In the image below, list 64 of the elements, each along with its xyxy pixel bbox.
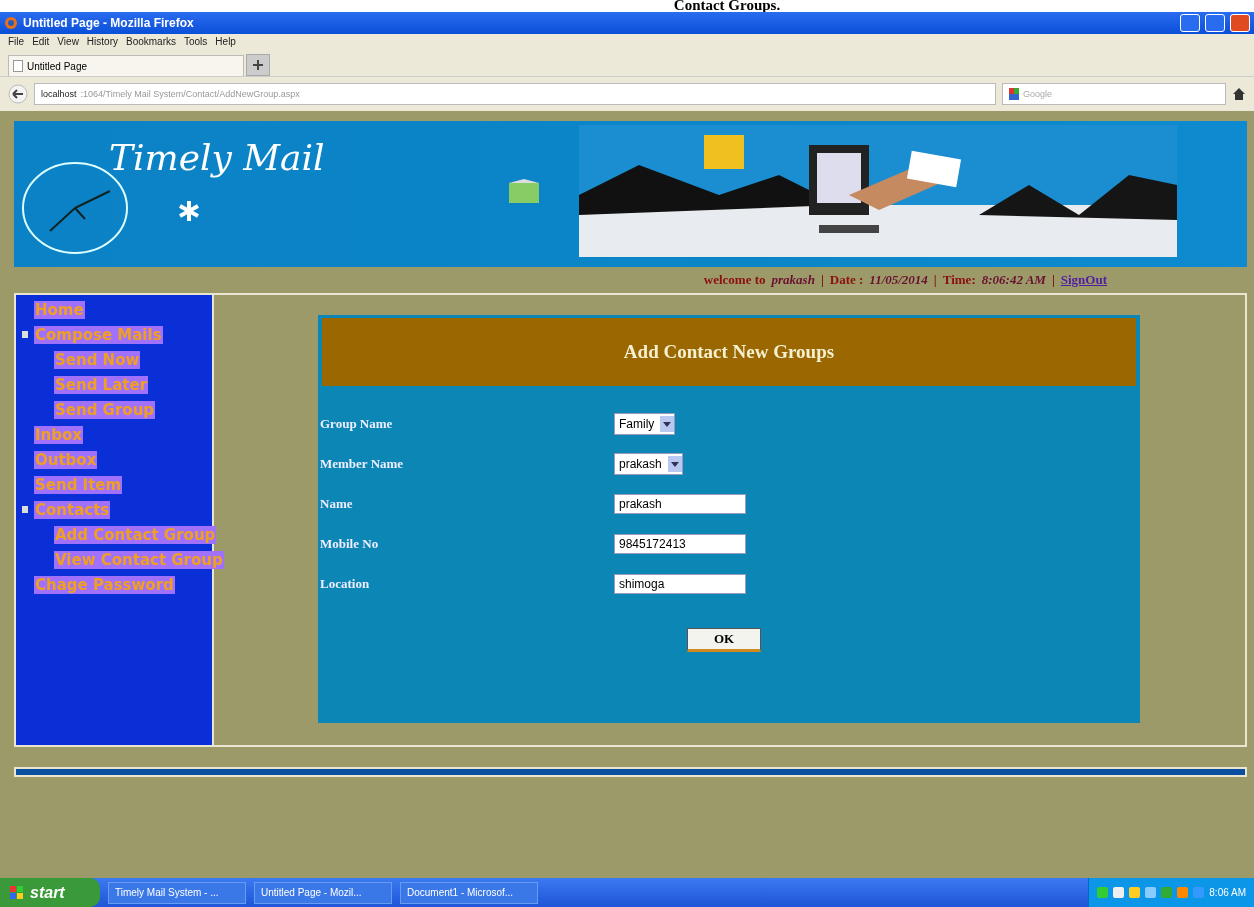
welcome-text: prakash [771,272,815,288]
google-icon [1009,88,1019,100]
welcome-text: 8:06:42 AM [981,272,1046,288]
maximize-button[interactable] [1205,14,1225,32]
close-button[interactable] [1230,14,1250,32]
caret-icon [670,461,679,467]
form-title: Add Contact New Groups [322,318,1136,386]
tray-icon [1145,887,1157,898]
firefox-icon [4,16,18,30]
welcome-text: welcome to [703,272,766,288]
clock-text: 8:06 AM [1209,887,1246,898]
separator: | [1051,272,1055,288]
taskbar-button[interactable]: Document1 - Microsof... [400,881,538,904]
field-label: Mobile No [319,536,380,552]
signout-link[interactable]: SignOut [1060,272,1107,288]
dropdown[interactable]: Family [614,413,676,435]
star-icon [179,201,199,221]
envelope-icon [509,179,539,203]
input-field[interactable]: shimoga [614,574,746,594]
menu-item[interactable]: Tools [184,36,208,50]
search-field[interactable]: Google [1002,83,1226,105]
page-icon [13,60,23,72]
back-icon[interactable] [8,84,28,104]
collapse-toggle-icon[interactable] [22,506,28,513]
document-heading: Contact Groups. [672,0,782,12]
menu-item[interactable]: Help [215,36,236,50]
site-title: Timely Mail [109,137,325,178]
menu-item[interactable]: View [57,36,79,50]
collapse-toggle-icon[interactable] [22,331,28,338]
dropdown[interactable]: prakash [614,453,683,475]
welcome-text: Date : [829,272,864,288]
input-field[interactable]: 9845172413 [614,534,746,554]
window-title: Untitled Page - Mozilla Firefox [23,16,195,30]
separator: | [933,272,937,288]
address-field[interactable]: localhost :1064/Timely Mail System/Contact/AddNewGroup.aspx [34,83,996,105]
field-label: Name [319,496,354,512]
browser-tab[interactable]: Untitled Page [8,55,244,76]
tray-icon [1129,887,1141,898]
field-label: Member Name [319,456,405,472]
tray-icon [1161,887,1173,898]
welcome-text: Time: [942,272,976,288]
tray-icon [1193,887,1205,898]
field-label: Location [319,576,371,592]
tray-icon [1113,887,1125,898]
menu-item[interactable]: Edit [32,36,50,50]
separator: | [820,272,824,288]
field-label: Group Name [319,416,394,432]
windows-logo-icon [10,885,24,900]
ok-button[interactable]: OK [687,628,761,652]
menu-item[interactable]: Bookmarks [126,36,176,50]
menu-item[interactable]: File [8,36,25,50]
tray-icon [1097,887,1109,898]
plus-icon [253,60,263,70]
minimize-button[interactable] [1180,14,1200,32]
taskbar-button[interactable]: Untitled Page - Mozil... [254,881,392,904]
input-field[interactable]: prakash [614,494,746,514]
home-icon[interactable] [1232,87,1246,101]
menu-item[interactable]: History [86,36,118,50]
taskbar-button[interactable]: Timely Mail System - ... [108,881,246,904]
start-button[interactable]: start [0,878,100,907]
tray-icon [1177,887,1189,898]
new-tab-button[interactable] [246,54,270,76]
caret-icon [663,421,672,427]
welcome-text: 11/05/2014 [869,272,928,288]
